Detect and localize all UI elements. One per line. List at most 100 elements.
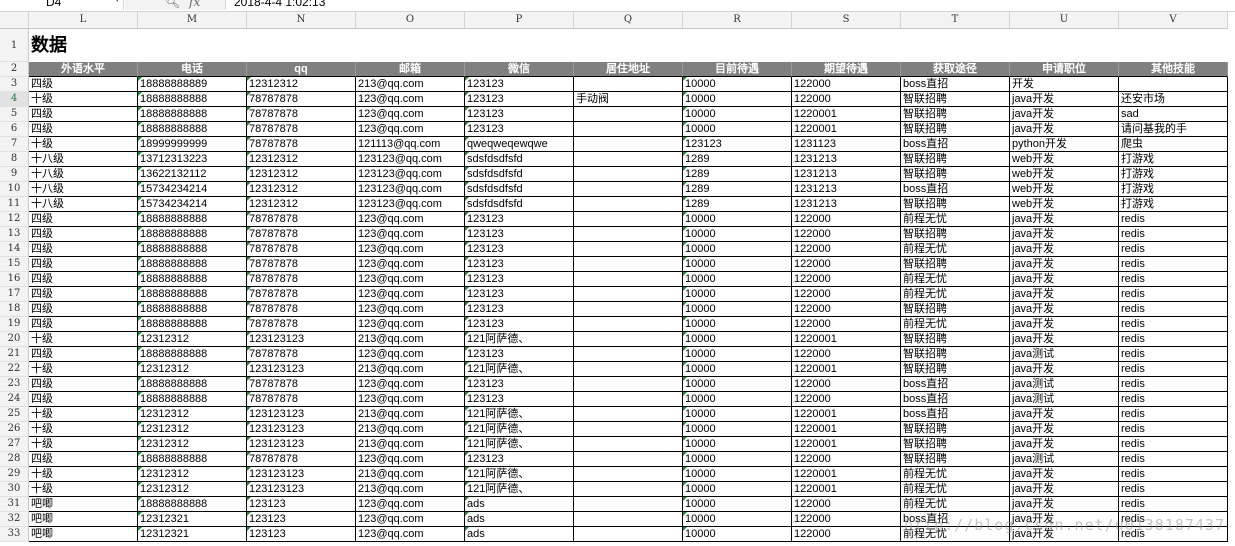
table-cell[interactable]: 18888888889 xyxy=(138,77,247,92)
table-cell[interactable]: 十八级 xyxy=(29,182,138,197)
row-number[interactable]: 27 xyxy=(0,437,29,452)
table-cell[interactable]: 吧唧 xyxy=(29,512,138,527)
table-cell[interactable]: 爬虫 xyxy=(1119,137,1228,152)
table-cell[interactable]: 123123123 xyxy=(247,482,356,497)
table-cell[interactable]: java测试 xyxy=(1010,377,1119,392)
table-cell[interactable]: 10000 xyxy=(683,392,792,407)
table-cell[interactable]: 18888888888 xyxy=(138,302,247,317)
table-cell[interactable]: 12312312 xyxy=(138,422,247,437)
table-cell[interactable]: redis xyxy=(1119,272,1228,287)
table-cell[interactable]: python开发 xyxy=(1010,137,1119,152)
table-cell[interactable]: 122000 xyxy=(792,317,901,332)
table-cell[interactable]: 18888888888 xyxy=(138,392,247,407)
table-cell[interactable]: 18888888888 xyxy=(138,257,247,272)
table-cell[interactable]: 18888888888 xyxy=(138,227,247,242)
table-cell[interactable]: 12312312 xyxy=(138,362,247,377)
table-cell[interactable]: 1220001 xyxy=(792,407,901,422)
table-cell[interactable]: java开发 xyxy=(1010,302,1119,317)
table-cell[interactable]: 智联招聘 xyxy=(901,422,1010,437)
table-cell[interactable]: 前程无忧 xyxy=(901,317,1010,332)
table-cell[interactable]: 122000 xyxy=(792,497,901,512)
table-cell[interactable]: 智联招聘 xyxy=(901,227,1010,242)
table-cell[interactable]: 123123 xyxy=(465,212,574,227)
table-cell[interactable]: 123@qq.com xyxy=(356,287,465,302)
row-number[interactable]: 29 xyxy=(0,467,29,482)
table-cell[interactable]: java测试 xyxy=(1010,347,1119,362)
table-cell[interactable]: 12312312 xyxy=(247,167,356,182)
table-cell[interactable]: 智联招聘 xyxy=(901,452,1010,467)
table-cell[interactable]: 四级 xyxy=(29,272,138,287)
table-cell[interactable]: java开发 xyxy=(1010,467,1119,482)
table-cell[interactable]: 10000 xyxy=(683,407,792,422)
row-number[interactable]: 26 xyxy=(0,422,29,437)
table-cell[interactable]: 10000 xyxy=(683,452,792,467)
table-cell[interactable]: 78787878 xyxy=(247,287,356,302)
table-cell[interactable]: 123@qq.com xyxy=(356,272,465,287)
table-cell[interactable]: 121阿萨德、 xyxy=(465,422,574,437)
table-cell[interactable]: 10000 xyxy=(683,482,792,497)
table-cell[interactable]: sdsfdsdfsfd xyxy=(465,182,574,197)
table-cell[interactable]: ads xyxy=(465,497,574,512)
table-cell[interactable]: 四级 xyxy=(29,302,138,317)
table-cell[interactable]: 十级 xyxy=(29,437,138,452)
row-number[interactable]: 30 xyxy=(0,482,29,497)
table-cell[interactable]: 四级 xyxy=(29,377,138,392)
table-cell[interactable]: 智联招聘 xyxy=(901,362,1010,377)
table-cell[interactable]: 18888888888 xyxy=(138,212,247,227)
table-cell[interactable] xyxy=(574,512,683,527)
column-header-t[interactable]: T xyxy=(901,12,1010,28)
row-number[interactable]: 3 xyxy=(0,77,29,92)
table-cell[interactable]: 10000 xyxy=(683,257,792,272)
table-cell[interactable]: 10000 xyxy=(683,287,792,302)
table-cell[interactable]: redis xyxy=(1119,212,1228,227)
table-cell[interactable]: 智联招聘 xyxy=(901,107,1010,122)
table-cell[interactable]: redis xyxy=(1119,257,1228,272)
table-cell[interactable] xyxy=(574,407,683,422)
header-cell[interactable]: 居住地址 xyxy=(574,62,683,77)
table-cell[interactable]: 四级 xyxy=(29,227,138,242)
table-cell[interactable] xyxy=(574,497,683,512)
table-cell[interactable] xyxy=(574,452,683,467)
row-number[interactable]: 4 xyxy=(0,92,29,107)
table-cell[interactable]: 10000 xyxy=(683,362,792,377)
table-cell[interactable] xyxy=(574,317,683,332)
table-cell[interactable]: sad xyxy=(1119,107,1228,122)
table-cell[interactable]: 12312312 xyxy=(138,482,247,497)
table-cell[interactable]: java开发 xyxy=(1010,92,1119,107)
table-cell[interactable]: 123@qq.com xyxy=(356,122,465,137)
table-cell[interactable]: 1231213 xyxy=(792,197,901,212)
table-cell[interactable]: 12312312 xyxy=(247,182,356,197)
table-cell[interactable]: 1231213 xyxy=(792,182,901,197)
table-cell[interactable]: 吧唧 xyxy=(29,527,138,542)
select-all-corner[interactable] xyxy=(0,12,29,28)
table-cell[interactable]: 1231123 xyxy=(792,137,901,152)
table-cell[interactable]: redis xyxy=(1119,407,1228,422)
table-cell[interactable]: java开发 xyxy=(1010,227,1119,242)
table-cell[interactable] xyxy=(574,137,683,152)
table-cell[interactable]: 打游戏 xyxy=(1119,197,1228,212)
table-cell[interactable]: 78787878 xyxy=(247,92,356,107)
table-cell[interactable]: 四级 xyxy=(29,257,138,272)
table-cell[interactable]: redis xyxy=(1119,452,1228,467)
row-number[interactable]: 19 xyxy=(0,317,29,332)
row-number[interactable]: 6 xyxy=(0,122,29,137)
header-cell[interactable]: 获取途径 xyxy=(901,62,1010,77)
table-cell[interactable]: boss直招 xyxy=(901,137,1010,152)
table-cell[interactable]: 123@qq.com xyxy=(356,377,465,392)
formula-input[interactable]: 2018-4-4 1:02:13 xyxy=(234,0,325,10)
table-cell[interactable]: 123123 xyxy=(247,527,356,542)
table-cell[interactable]: 1220001 xyxy=(792,362,901,377)
table-cell[interactable]: 10000 xyxy=(683,467,792,482)
table-cell[interactable]: 十级 xyxy=(29,137,138,152)
table-cell[interactable]: 122000 xyxy=(792,272,901,287)
table-cell[interactable]: 四级 xyxy=(29,77,138,92)
table-cell[interactable]: 123123@qq.com xyxy=(356,197,465,212)
row-number[interactable]: 23 xyxy=(0,377,29,392)
row-number[interactable]: 21 xyxy=(0,347,29,362)
table-cell[interactable]: 前程无忧 xyxy=(901,482,1010,497)
table-cell[interactable]: 10000 xyxy=(683,227,792,242)
table-cell[interactable]: 15734234214 xyxy=(138,182,247,197)
name-box[interactable]: D4 ▾ xyxy=(0,0,124,10)
header-cell[interactable]: qq xyxy=(247,62,356,77)
table-cell[interactable]: 123@qq.com xyxy=(356,92,465,107)
